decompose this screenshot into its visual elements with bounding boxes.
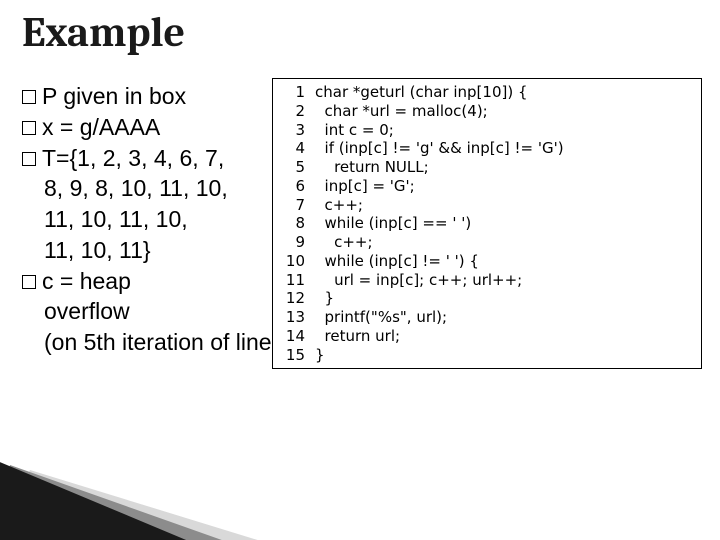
square-bullet-icon xyxy=(22,121,36,135)
line-number: 7 xyxy=(279,196,315,215)
line-number: 9 xyxy=(279,233,315,252)
bullet-text: 11, 10, 11, 10, xyxy=(44,205,188,234)
line-number: 6 xyxy=(279,177,315,196)
bullet-text: P given in box xyxy=(42,82,186,111)
slide-title: Example xyxy=(22,8,185,57)
code-text: c++; xyxy=(315,233,693,252)
code-line: 5 return NULL; xyxy=(279,158,693,177)
code-text: while (inp[c] == ' ') xyxy=(315,214,693,233)
code-box: 1char *geturl (char inp[10]) {2 char *ur… xyxy=(272,78,702,369)
code-text: if (inp[c] != 'g' && inp[c] != 'G') xyxy=(315,139,693,158)
code-line: 6 inp[c] = 'G'; xyxy=(279,177,693,196)
code-text: return NULL; xyxy=(315,158,693,177)
line-number: 5 xyxy=(279,158,315,177)
code-line: 1char *geturl (char inp[10]) { xyxy=(279,83,693,102)
square-bullet-icon xyxy=(22,90,36,104)
line-number: 11 xyxy=(279,271,315,290)
line-number: 14 xyxy=(279,327,315,346)
code-line: 11 url = inp[c]; c++; url++; xyxy=(279,271,693,290)
line-number: 12 xyxy=(279,289,315,308)
decorative-wedge-icon xyxy=(0,410,290,540)
code-line: 14 return url; xyxy=(279,327,693,346)
code-line: 4 if (inp[c] != 'g' && inp[c] != 'G') xyxy=(279,139,693,158)
line-number: 10 xyxy=(279,252,315,271)
code-text: char *geturl (char inp[10]) { xyxy=(315,83,693,102)
code-text: printf("%s", url); xyxy=(315,308,693,327)
code-text: char *url = malloc(4); xyxy=(315,102,693,121)
code-text: int c = 0; xyxy=(315,121,693,140)
line-number: 2 xyxy=(279,102,315,121)
slide: Example P given in box x = g/AAAA T={1, … xyxy=(0,0,720,540)
code-line: 8 while (inp[c] == ' ') xyxy=(279,214,693,233)
code-line: 12 } xyxy=(279,289,693,308)
code-line: 15} xyxy=(279,346,693,365)
code-text: c++; xyxy=(315,196,693,215)
code-text: } xyxy=(315,346,693,365)
line-number: 1 xyxy=(279,83,315,102)
bullet-text: overflow xyxy=(44,297,130,326)
bullet-text: c = heap xyxy=(42,267,131,296)
bullet-text: 11, 10, 11} xyxy=(44,236,151,265)
code-text: while (inp[c] != ' ') { xyxy=(315,252,693,271)
square-bullet-icon xyxy=(22,152,36,166)
bullet-text: 8, 9, 8, 10, 11, 10, xyxy=(44,174,228,203)
line-number: 15 xyxy=(279,346,315,365)
line-number: 13 xyxy=(279,308,315,327)
code-line: 3 int c = 0; xyxy=(279,121,693,140)
code-line: 13 printf("%s", url); xyxy=(279,308,693,327)
code-line: 10 while (inp[c] != ' ') { xyxy=(279,252,693,271)
code-line: 9 c++; xyxy=(279,233,693,252)
line-number: 3 xyxy=(279,121,315,140)
code-line: 2 char *url = malloc(4); xyxy=(279,102,693,121)
line-number: 4 xyxy=(279,139,315,158)
line-number: 8 xyxy=(279,214,315,233)
code-text: } xyxy=(315,289,693,308)
code-line: 7 c++; xyxy=(279,196,693,215)
bullet-text: T={1, 2, 3, 4, 6, 7, xyxy=(42,144,224,173)
square-bullet-icon xyxy=(22,275,36,289)
code-text: inp[c] = 'G'; xyxy=(315,177,693,196)
bullet-text: x = g/AAAA xyxy=(42,113,160,142)
code-text: return url; xyxy=(315,327,693,346)
bullet-text: (on 5th iteration of line 11) xyxy=(44,328,310,357)
code-text: url = inp[c]; c++; url++; xyxy=(315,271,693,290)
